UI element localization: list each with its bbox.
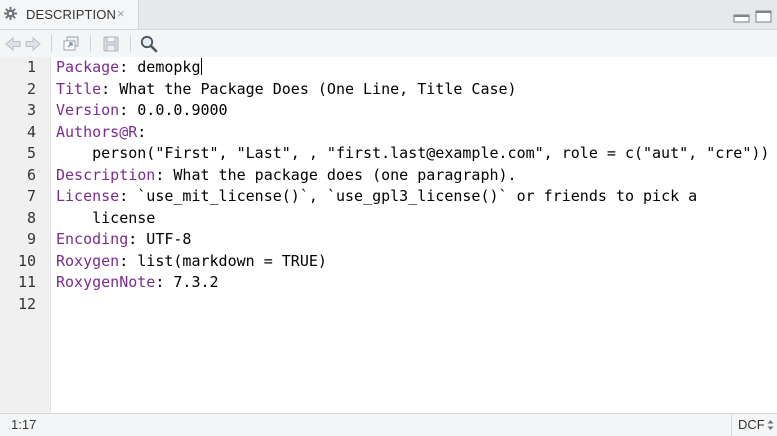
line-number: 1 (26, 58, 36, 76)
line-number: 11 (17, 273, 36, 291)
line-number: 10 (17, 251, 36, 270)
cursor-position: 1:17 (11, 417, 37, 432)
code-line[interactable]: RoxygenNote: 7.3.2 (56, 272, 219, 294)
forward-arrow-icon[interactable] (23, 34, 43, 54)
field-key: Roxygen (56, 251, 120, 270)
field-key: License (56, 187, 120, 205)
tab-bar: DESCRIPTION × (0, 0, 777, 30)
code-editor[interactable]: Package: demopkg Title: What the Package… (51, 57, 777, 413)
code-line[interactable]: Version: 0.0.0.9000 (56, 100, 228, 122)
show-in-window-icon[interactable] (61, 34, 81, 54)
field-value: : 7.3.2 (155, 273, 219, 291)
close-icon[interactable]: × (117, 6, 125, 21)
line-number: 7 (26, 187, 36, 205)
code-line[interactable]: Description: What the package does (one … (56, 165, 517, 187)
line-number: 2 (26, 79, 36, 98)
field-value: person("First", "Last", , "first.last@ex… (56, 144, 770, 162)
field-key: Package (56, 58, 120, 76)
field-value: : 0.0.0.9000 (119, 101, 228, 119)
field-key: Authors@R (56, 122, 138, 141)
code-line[interactable]: License: `use_mit_license()`, `use_gpl3_… (56, 186, 697, 208)
field-value: : What the Package Does (One Line, Title… (101, 79, 517, 98)
field-value: : demopkg (119, 58, 201, 76)
field-value: : `use_mit_license()`, `use_gpl3_license… (119, 187, 698, 205)
tab-label: DESCRIPTION (26, 7, 116, 22)
gear-icon (3, 6, 18, 21)
field-key: RoxygenNote (56, 273, 156, 291)
toolbar-separator (130, 35, 131, 52)
code-line[interactable]: person("First", "Last", , "first.last@ex… (56, 143, 769, 165)
up-down-arrows-icon (767, 420, 774, 430)
field-key: Version (56, 101, 120, 119)
line-number: 8 (26, 208, 36, 227)
code-line[interactable]: Authors@R: (56, 122, 146, 144)
field-key: Description (56, 165, 156, 184)
maximize-pane-icon[interactable] (755, 10, 772, 23)
code-line[interactable]: Encoding: UTF-8 (56, 229, 191, 251)
file-type-label: DCF (738, 417, 765, 432)
line-number: 12 (17, 294, 36, 313)
field-value: : list(markdown = TRUE) (119, 251, 327, 270)
tab-description[interactable]: DESCRIPTION × (0, 0, 139, 29)
minimize-pane-icon[interactable] (733, 10, 750, 23)
text-cursor (200, 58, 202, 75)
code-line[interactable]: Title: What the Package Does (One Line, … (56, 79, 517, 101)
field-key: Title (56, 79, 102, 98)
editor-toolbar (0, 30, 777, 58)
line-number: 3 (26, 101, 36, 119)
toolbar-separator (51, 35, 52, 52)
field-value: : What the package does (one paragraph). (155, 165, 517, 184)
line-number: 9 (26, 230, 36, 248)
status-bar: 1:17 DCF (0, 413, 777, 436)
code-line[interactable]: Package: demopkg (56, 57, 202, 79)
field-key: Encoding (56, 230, 129, 248)
line-number: 6 (26, 165, 36, 184)
file-type-selector[interactable]: DCF (731, 414, 777, 436)
search-icon[interactable] (139, 34, 159, 54)
field-value: license (56, 208, 156, 227)
field-value: : UTF-8 (128, 230, 192, 248)
line-number: 4 (26, 122, 36, 141)
code-line[interactable]: Roxygen: list(markdown = TRUE) (56, 251, 327, 273)
line-number-gutter: 1 2 3 4 5 6 7 8 9 10 11 12 (0, 57, 51, 413)
field-value: : (137, 122, 147, 141)
toolbar-separator (90, 35, 91, 52)
line-number: 5 (26, 144, 36, 162)
back-arrow-icon[interactable] (3, 34, 23, 54)
save-icon[interactable] (101, 34, 121, 54)
code-line[interactable]: license (56, 208, 155, 230)
